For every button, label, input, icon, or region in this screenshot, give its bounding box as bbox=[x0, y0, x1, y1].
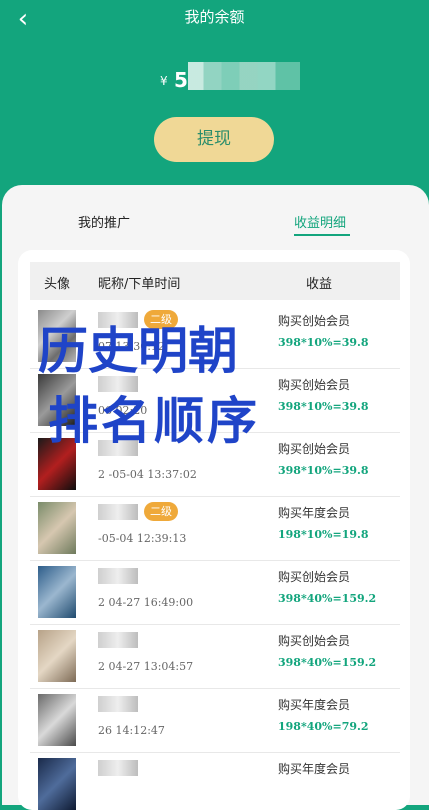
order-time: 2 04-27 16:49:00 bbox=[98, 596, 194, 609]
income-calc: 398*10%=39.8 bbox=[278, 464, 369, 477]
product-label: 购买年度会员 bbox=[278, 506, 351, 520]
avatar bbox=[38, 566, 76, 618]
table-row: 二级 -05-04 12:39:13 购买年度会员 198*10%=19.8 bbox=[30, 496, 400, 561]
income-calc: 398*40%=159.2 bbox=[278, 592, 377, 605]
nickname-mosaic bbox=[98, 568, 138, 584]
balance-mosaic bbox=[188, 62, 300, 90]
product-label: 购买创始会员 bbox=[278, 634, 351, 648]
table-row: 购买年度会员 bbox=[30, 752, 400, 810]
tab-underline bbox=[294, 234, 350, 236]
product-label: 购买创始会员 bbox=[278, 570, 351, 584]
withdraw-button[interactable]: 提现 bbox=[154, 117, 274, 162]
tab-my-promotion[interactable]: 我的推广 bbox=[78, 212, 130, 231]
income-calc: 398*10%=39.8 bbox=[278, 400, 369, 413]
table-row: 26 14:12:47 购买年度会员 198*40%=79.2 bbox=[30, 688, 400, 753]
nickname-mosaic bbox=[98, 440, 138, 456]
income-table-card: 头像 昵称/下单时间 收益 二级 07 13:30:12 购买创始会员 398*… bbox=[18, 250, 410, 810]
table-row: 06 02:20 购买创始会员 398*10%=39.8 bbox=[30, 368, 400, 433]
nickname-mosaic bbox=[98, 696, 138, 712]
product-label: 购买年度会员 bbox=[278, 762, 351, 776]
nickname-mosaic bbox=[98, 312, 138, 328]
header-nickname-time: 昵称/下单时间 bbox=[98, 277, 181, 292]
income-calc: 398*40%=159.2 bbox=[278, 656, 377, 669]
balance-value: 5 bbox=[174, 68, 188, 92]
table-row: 2 04-27 13:04:57 购买创始会员 398*40%=159.2 bbox=[30, 624, 400, 689]
order-time: 2 04-27 13:04:57 bbox=[98, 660, 194, 673]
order-time: 07 13:30:12 bbox=[98, 340, 165, 353]
avatar bbox=[38, 374, 76, 426]
avatar bbox=[38, 694, 76, 746]
avatar bbox=[38, 310, 76, 362]
nickname-mosaic bbox=[98, 376, 138, 392]
level-badge: 二级 bbox=[144, 310, 178, 329]
avatar bbox=[38, 630, 76, 682]
order-time: 2 -05-04 13:37:02 bbox=[98, 468, 197, 481]
avatar bbox=[38, 502, 76, 554]
product-label: 购买年度会员 bbox=[278, 698, 351, 712]
level-badge: 二级 bbox=[144, 502, 178, 521]
income-calc: 198*10%=19.8 bbox=[278, 528, 369, 541]
order-time: 06 02:20 bbox=[98, 404, 148, 417]
table-row: 2 04-27 16:49:00 购买创始会员 398*40%=159.2 bbox=[30, 560, 400, 625]
product-label: 购买创始会员 bbox=[278, 314, 351, 328]
nickname-mosaic bbox=[98, 632, 138, 648]
tab-income-details[interactable]: 收益明细 bbox=[294, 212, 346, 231]
nickname-mosaic bbox=[98, 504, 138, 520]
order-time: 26 14:12:47 bbox=[98, 724, 165, 737]
income-calc: 198*40%=79.2 bbox=[278, 720, 369, 733]
product-label: 购买创始会员 bbox=[278, 378, 351, 392]
table-row: 2 -05-04 13:37:02 购买创始会员 398*10%=39.8 bbox=[30, 432, 400, 497]
header-income: 收益 bbox=[306, 277, 333, 292]
header-avatar: 头像 bbox=[44, 277, 71, 292]
nickname-mosaic bbox=[98, 760, 138, 776]
avatar bbox=[38, 438, 76, 490]
balance: ¥ 5 bbox=[160, 62, 300, 94]
currency-symbol: ¥ bbox=[160, 74, 168, 88]
order-time: -05-04 12:39:13 bbox=[98, 532, 187, 545]
table-row: 二级 07 13:30:12 购买创始会员 398*10%=39.8 bbox=[30, 304, 400, 369]
table-header: 头像 昵称/下单时间 收益 bbox=[30, 262, 400, 300]
header: ‹ 我的余额 ¥ 5 提现 bbox=[0, 0, 429, 210]
income-calc: 398*10%=39.8 bbox=[278, 336, 369, 349]
product-label: 购买创始会员 bbox=[278, 442, 351, 456]
page-title: 我的余额 bbox=[184, 8, 245, 26]
avatar bbox=[38, 758, 76, 810]
